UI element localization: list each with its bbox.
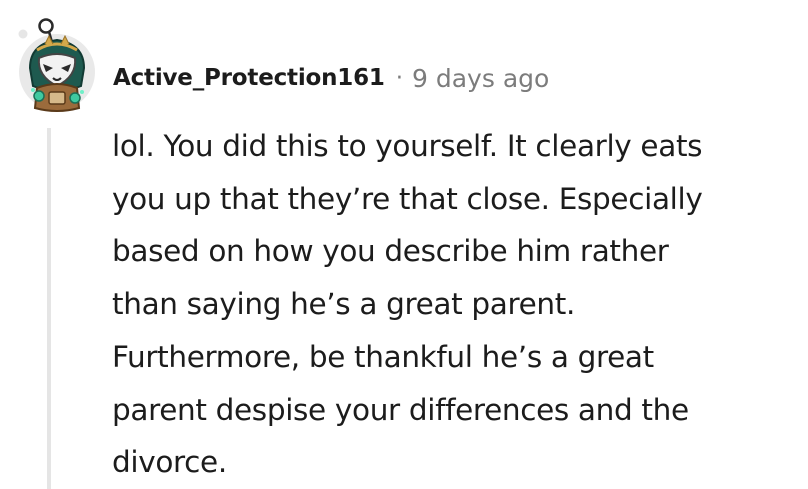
comment-body: lol. You did this to yourself. It clearl…: [112, 120, 802, 489]
comment-body-line: based on how you describe him rather: [112, 234, 669, 269]
comment: Active_Protection161 · 9 days ago lol. Y…: [0, 0, 808, 489]
comment-header: Active_Protection161 · 9 days ago: [113, 58, 549, 98]
comment-timestamp[interactable]: 9 days ago: [412, 64, 549, 93]
comment-author-link[interactable]: Active_Protection161: [113, 65, 385, 91]
user-avatar[interactable]: [15, 16, 99, 112]
thread-collapse-line[interactable]: [47, 128, 51, 489]
comment-body-line: parent despise your differences and the: [112, 392, 689, 427]
comment-body-line: lol. You did this to yourself. It clearl…: [112, 129, 703, 163]
comment-body-line: Furthermore, be thankful he’s a great: [112, 339, 654, 374]
meta-separator: ·: [395, 65, 404, 91]
comment-body-line: you up that they’re that close. Especial…: [112, 181, 703, 216]
comment-body-line: than saying he’s a great parent.: [112, 287, 575, 322]
comment-body-line: divorce.: [112, 445, 227, 480]
snoo-avatar-icon: [18, 18, 95, 112]
